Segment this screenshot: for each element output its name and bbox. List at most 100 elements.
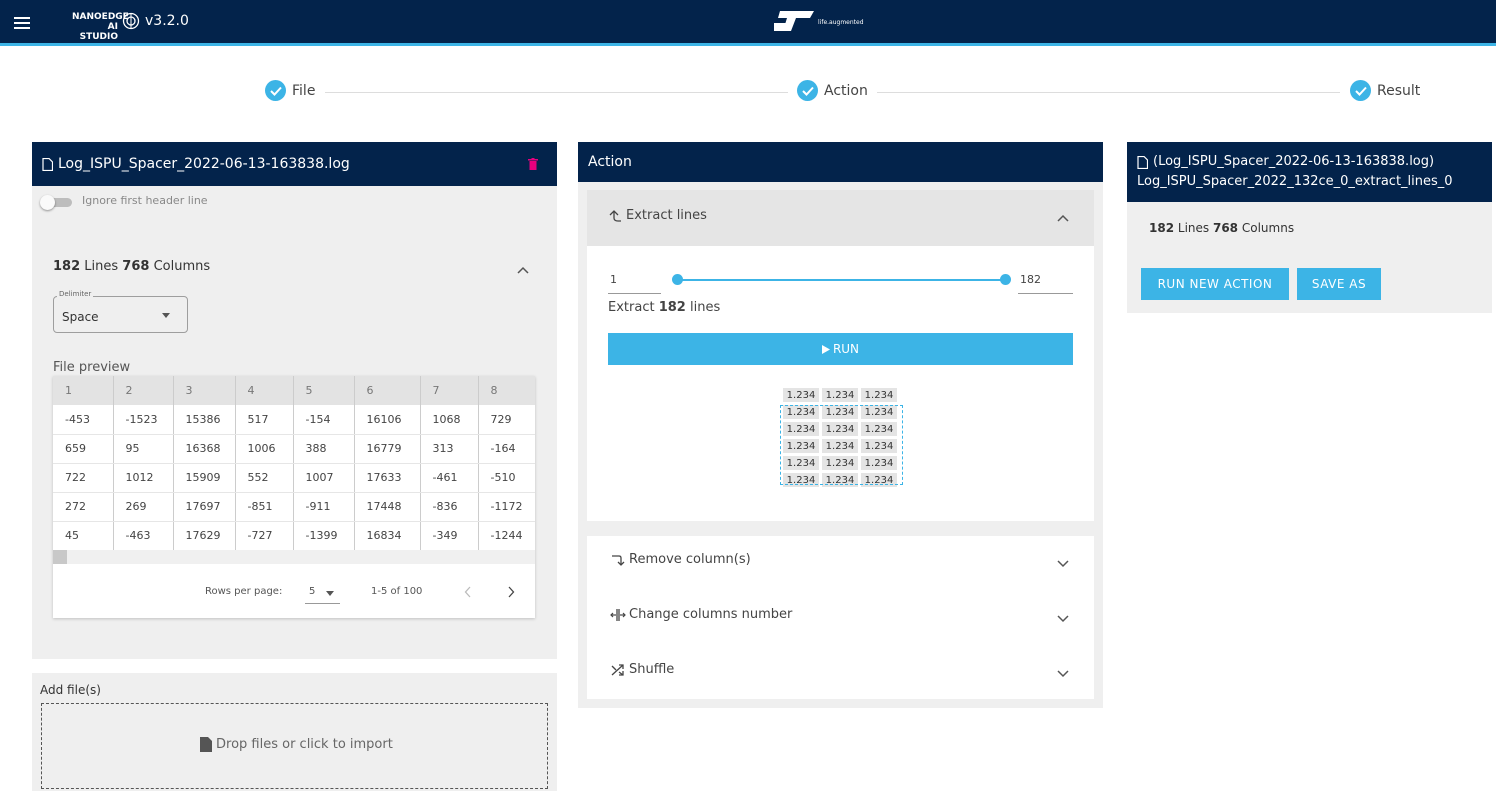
delimiter-value: Space xyxy=(62,310,99,324)
rows-per-page-select[interactable]: 5 xyxy=(309,586,315,597)
ignore-header-toggle[interactable] xyxy=(40,195,72,210)
table-cell: 17633 xyxy=(354,463,421,493)
column-header: 5 xyxy=(293,376,355,405)
table-row: -453 -1523 15386 517 -154 16106 1068 729 xyxy=(53,405,535,435)
chevron-down-icon[interactable] xyxy=(1057,615,1069,623)
table-cell: 16779 xyxy=(354,434,421,464)
delimiter-label: Delimiter xyxy=(57,290,94,298)
file-summary: 182 Lines 768 Columns xyxy=(53,259,210,274)
matrix-cell: 1.234 xyxy=(783,388,819,402)
extract-lines-icon xyxy=(609,209,621,222)
remove-columns-icon xyxy=(612,554,625,566)
lines-count: 182 xyxy=(1149,221,1175,235)
table-cell: -461 xyxy=(420,463,479,493)
table-cell: 659 xyxy=(53,434,114,464)
extract-summary-count: 182 xyxy=(658,300,686,315)
range-slider-track[interactable] xyxy=(677,279,1005,281)
table-cell: 17697 xyxy=(173,492,236,522)
action-panel-title: Action xyxy=(588,154,632,170)
table-cell: -727 xyxy=(235,521,294,551)
table-cell: 729 xyxy=(478,405,535,435)
extract-lines-label: Extract lines xyxy=(626,208,707,223)
change-columns-item[interactable]: Change columns number xyxy=(610,607,792,622)
table-cell: 15909 xyxy=(173,463,236,493)
file-panel-header: Log_ISPU_Spacer_2022-06-13-163838.log xyxy=(32,142,557,186)
chevron-down-icon[interactable] xyxy=(1057,560,1069,568)
range-slider-start-handle[interactable] xyxy=(672,274,683,285)
remove-columns-item[interactable]: Remove column(s) xyxy=(610,552,751,567)
column-header: 3 xyxy=(173,376,236,405)
column-header: 2 xyxy=(113,376,174,405)
extract-summary-suffix: lines xyxy=(689,300,721,315)
table-cell: -1399 xyxy=(293,521,355,551)
st-logo-icon xyxy=(774,11,814,31)
extract-summary-prefix: Extract xyxy=(608,300,655,315)
check-circle-icon xyxy=(1350,80,1371,101)
table-row: 659 95 16368 1006 388 16779 313 -164 xyxy=(53,434,535,464)
table-cell: 17448 xyxy=(354,492,421,522)
rows-per-page-label: Rows per page: xyxy=(205,586,283,597)
file-preview-label: File preview xyxy=(53,360,131,375)
chevron-left-icon[interactable] xyxy=(464,586,472,598)
app-brand: NANOEDGE AI STUDIO xyxy=(72,12,129,42)
range-slider-end-handle[interactable] xyxy=(1000,274,1011,285)
ignore-header-label: Ignore first header line xyxy=(82,194,208,207)
table-cell: 45 xyxy=(53,521,114,551)
scrollbar-thumb[interactable] xyxy=(53,550,67,564)
table-cell: -836 xyxy=(420,492,479,522)
table-cell: 16106 xyxy=(354,405,421,435)
selection-box xyxy=(780,405,903,485)
table-cell: 313 xyxy=(420,434,479,464)
chevron-right-icon[interactable] xyxy=(507,586,515,598)
nanoedge-logo-icon xyxy=(122,12,140,30)
step-result: Result xyxy=(1350,80,1420,101)
table-cell: 1007 xyxy=(293,463,355,493)
table-cell: 552 xyxy=(235,463,294,493)
rows-per-page-underline xyxy=(305,603,340,604)
run-new-action-button[interactable]: RUN NEW ACTION xyxy=(1141,268,1289,300)
file-preview-table: 1 2 3 4 5 6 7 8 -453 -1523 15386 517 -15… xyxy=(53,376,535,551)
table-cell: 15386 xyxy=(173,405,236,435)
step-file: File xyxy=(265,80,315,101)
shuffle-item[interactable]: Shuffle xyxy=(610,662,674,677)
table-cell: -851 xyxy=(235,492,294,522)
check-circle-icon xyxy=(265,80,286,101)
dropzone-label[interactable]: Drop files or click to import xyxy=(200,737,393,752)
run-button[interactable]: RUN xyxy=(608,333,1073,365)
table-cell: 1012 xyxy=(113,463,174,493)
column-header: 4 xyxy=(235,376,294,405)
column-header: 1 xyxy=(53,376,114,405)
check-circle-icon xyxy=(797,80,818,101)
horizontal-scrollbar[interactable] xyxy=(53,550,535,564)
range-start-input[interactable]: 1 xyxy=(610,273,617,286)
brand-line-1: NANOEDGE AI xyxy=(72,12,129,32)
column-header: 6 xyxy=(354,376,421,405)
chevron-down-icon[interactable] xyxy=(1057,670,1069,678)
menu-icon[interactable] xyxy=(14,17,30,29)
st-tagline: life.augmented xyxy=(818,19,864,26)
extract-lines-title[interactable]: Extract lines xyxy=(608,208,707,223)
delete-icon[interactable] xyxy=(528,158,538,170)
table-cell: 722 xyxy=(53,463,114,493)
caret-down-icon[interactable] xyxy=(326,591,334,596)
pagination-range: 1-5 of 100 xyxy=(371,586,423,597)
matrix-cell: 1.234 xyxy=(822,388,858,402)
table-cell: 272 xyxy=(53,492,114,522)
table-cell: -1523 xyxy=(113,405,174,435)
chevron-up-icon[interactable] xyxy=(517,266,529,274)
columns-label: Columns xyxy=(1241,221,1295,235)
shuffle-label: Shuffle xyxy=(629,662,675,677)
table-cell: 1068 xyxy=(420,405,479,435)
save-as-button[interactable]: SAVE AS xyxy=(1297,268,1381,300)
table-row: 722 1012 15909 552 1007 17633 -461 -510 xyxy=(53,463,535,493)
table-cell: -911 xyxy=(293,492,355,522)
chevron-up-icon[interactable] xyxy=(1057,214,1069,222)
step-connector xyxy=(325,92,788,93)
column-header: 8 xyxy=(478,376,535,405)
caret-down-icon[interactable] xyxy=(162,313,170,318)
range-end-input[interactable]: 182 xyxy=(1020,273,1041,286)
table-row: 272 269 17697 -851 -911 17448 -836 -1172 xyxy=(53,492,535,522)
table-cell: 388 xyxy=(293,434,355,464)
table-cell: 269 xyxy=(113,492,174,522)
matrix-cell: 1.234 xyxy=(861,388,897,402)
